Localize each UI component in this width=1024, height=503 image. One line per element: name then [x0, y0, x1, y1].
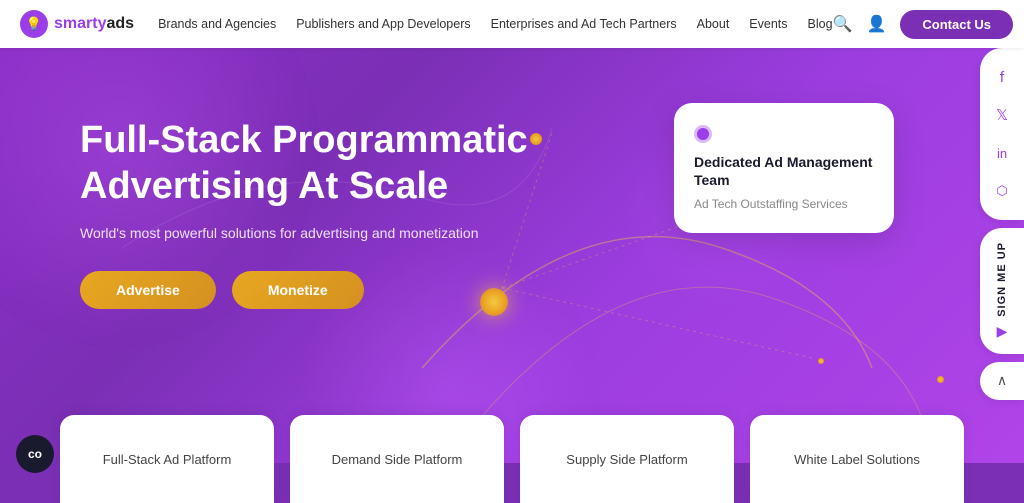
nav-brands[interactable]: Brands and Agencies [158, 17, 276, 31]
sign-up-label: SIGN ME UP [996, 242, 1008, 317]
hero-buttons: Advertise Monetize [80, 271, 528, 309]
nav-events[interactable]: Events [749, 17, 787, 31]
monetize-button[interactable]: Monetize [232, 271, 364, 309]
hero-section: Full-Stack ProgrammaticAdvertising At Sc… [0, 48, 1024, 463]
nav-right: 🔍 👤 Contact Us [833, 10, 1013, 39]
social-icons-group: f 𝕏 in ⬡ [980, 48, 1024, 220]
bottom-cards: Full-Stack Ad Platform Demand Side Platf… [0, 415, 1024, 503]
orb-5 [937, 376, 944, 383]
social-sidebar: f 𝕏 in ⬡ SIGN ME UP ▶ ∧ [980, 48, 1024, 400]
navbar: 💡 smartyads Brands and Agencies Publishe… [0, 0, 1024, 48]
co-badge[interactable]: co [16, 435, 54, 473]
scroll-up-button[interactable]: ∧ [980, 362, 1024, 400]
advertise-button[interactable]: Advertise [80, 271, 216, 309]
feature-card: Dedicated Ad Management Team Ad Tech Out… [674, 103, 894, 233]
hero-subtitle: World's most powerful solutions for adve… [80, 225, 528, 241]
orb-1 [530, 133, 542, 145]
search-icon[interactable]: 🔍 [833, 14, 853, 34]
bottom-card-demand[interactable]: Demand Side Platform [290, 415, 504, 503]
nav-blog[interactable]: Blog [808, 17, 833, 31]
logo[interactable]: 💡 smartyads [20, 10, 134, 38]
instagram-icon[interactable]: ⬡ [980, 172, 1024, 210]
nav-links: Brands and Agencies Publishers and App D… [158, 17, 832, 31]
feature-card-dot [694, 125, 712, 143]
feature-card-title: Dedicated Ad Management Team [694, 153, 874, 189]
feature-card-subtitle: Ad Tech Outstaffing Services [694, 197, 874, 211]
hero-title: Full-Stack ProgrammaticAdvertising At Sc… [80, 118, 528, 209]
bottom-card-fullstack[interactable]: Full-Stack Ad Platform [60, 415, 274, 503]
brand-name: smartyads [54, 15, 134, 33]
contact-button[interactable]: Contact Us [900, 10, 1013, 39]
nav-publishers[interactable]: Publishers and App Developers [296, 17, 470, 31]
linkedin-icon[interactable]: in [980, 134, 1024, 172]
bottom-card-whitelabel[interactable]: White Label Solutions [750, 415, 964, 503]
chevron-up-icon: ∧ [997, 372, 1007, 389]
twitter-icon[interactable]: 𝕏 [980, 96, 1024, 134]
sign-up-arrow-icon: ▶ [997, 323, 1008, 340]
sign-up-button[interactable]: SIGN ME UP ▶ [980, 228, 1024, 354]
facebook-icon[interactable]: f [980, 58, 1024, 96]
logo-icon: 💡 [20, 10, 48, 38]
user-icon[interactable]: 👤 [866, 14, 886, 34]
bottom-card-supply[interactable]: Supply Side Platform [520, 415, 734, 503]
nav-enterprises[interactable]: Enterprises and Ad Tech Partners [491, 17, 677, 31]
hero-content: Full-Stack ProgrammaticAdvertising At Sc… [80, 118, 528, 309]
orb-4 [818, 358, 824, 364]
nav-about[interactable]: About [697, 17, 730, 31]
